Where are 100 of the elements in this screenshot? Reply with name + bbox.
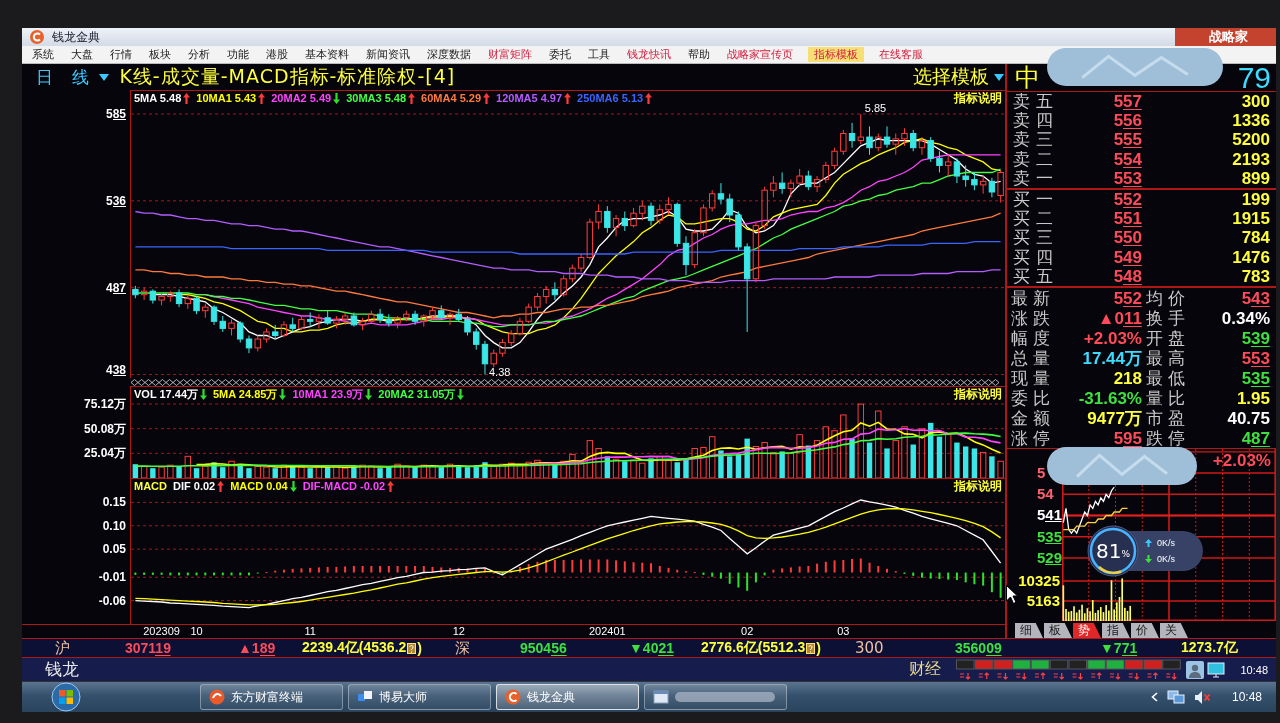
network-icon[interactable] (1166, 689, 1185, 705)
bar (615, 560, 618, 573)
panel-tab[interactable]: 板 (1044, 623, 1072, 638)
menu-item[interactable]: 钱龙快讯 (625, 47, 673, 62)
menu-item[interactable]: 财富矩阵 (486, 47, 534, 62)
menu-item[interactable]: 在线客服 (877, 47, 925, 62)
bar (158, 466, 165, 478)
menu-item[interactable]: 大盘 (69, 47, 95, 62)
menu-item[interactable]: 战略家宣传页 (725, 47, 795, 62)
menu-item[interactable]: 港股 (264, 47, 290, 62)
panel-tab[interactable]: 关 (1160, 623, 1188, 638)
bar (781, 568, 784, 573)
quote-label: 幅度 (1010, 328, 1056, 348)
menu-item[interactable]: 指标模板 (808, 47, 864, 62)
bar (361, 566, 364, 573)
stock-code: 79 (1237, 64, 1271, 91)
bar (597, 559, 600, 573)
menu-item[interactable]: 深度数据 (425, 47, 473, 62)
panel-tab[interactable]: 势 (1073, 623, 1101, 638)
menu-item[interactable]: 分析 (186, 47, 212, 62)
bar (971, 448, 978, 478)
bar (403, 465, 410, 478)
menu-item[interactable]: 行情 (108, 47, 134, 62)
panel-tab[interactable]: 价 (1131, 623, 1159, 638)
menu-item[interactable]: 功能 (225, 47, 251, 62)
bar (868, 562, 871, 573)
ask-price: 556 (1113, 111, 1142, 131)
bar (779, 451, 785, 478)
panel-tab[interactable]: 指 (1102, 623, 1130, 638)
bar (368, 465, 375, 478)
quote-label: 最新 (1010, 288, 1056, 308)
bar (507, 462, 515, 478)
market-name: 沪 (55, 639, 70, 657)
bid-volume: 784 (1241, 228, 1270, 248)
strategist-button[interactable]: 战略家 (1175, 28, 1276, 46)
taskbar-button[interactable]: 博易大师 (348, 684, 491, 710)
bar (822, 426, 830, 478)
bar (857, 403, 864, 478)
taskbar-button[interactable]: 钱龙金典 (496, 684, 639, 710)
start-button[interactable] (48, 682, 84, 712)
date-axis-label: 202401 (588, 625, 626, 638)
quote-value: 1.95 (1236, 388, 1270, 408)
bar (588, 559, 591, 573)
menu-item[interactable]: 系统 (30, 47, 56, 62)
menu-item[interactable]: 委托 (547, 47, 573, 62)
line-series (195, 421, 1002, 468)
legend-value: DIF-MACD -0.02 (302, 480, 386, 493)
bar (580, 559, 583, 573)
menu-item[interactable]: 基本资料 (303, 47, 351, 62)
template-dropdown[interactable]: 选择模板 (913, 64, 1004, 90)
bar (516, 464, 524, 478)
user-icon[interactable] (1186, 660, 1205, 679)
bar (300, 568, 303, 573)
bid-price: 550 (1113, 228, 1142, 248)
indicator-name: MACD (134, 480, 167, 493)
menu-item[interactable]: 板块 (147, 47, 173, 62)
bar (648, 458, 654, 478)
bar (632, 562, 635, 573)
volume-muted-icon[interactable] (1193, 689, 1211, 705)
indicator-help-link[interactable]: 指标说明 (954, 91, 1002, 105)
bar (770, 451, 777, 478)
swirl-logo-icon (209, 689, 225, 705)
bar (650, 563, 653, 573)
ask-volume: 5200 (1232, 130, 1270, 150)
monitor-icon[interactable] (1207, 661, 1226, 678)
bar (936, 436, 943, 478)
bar (370, 566, 373, 573)
bar (202, 465, 209, 478)
indicator-help-link[interactable]: 指标说明 (954, 387, 1002, 401)
taskbar-button[interactable] (644, 684, 787, 710)
brand-label: 钱龙 (45, 658, 79, 681)
turnover-amount: 1273.7亿 (1181, 639, 1238, 657)
menu-item[interactable]: 帮助 (686, 47, 712, 62)
chart-title: K线-成交量-MACD指标-标准除权-[4] (119, 64, 456, 89)
turnover-amount: 2239.4亿(4536.2 (302, 639, 407, 657)
bar (307, 468, 313, 478)
chevron-icon[interactable] (1150, 692, 1158, 702)
volume-scale-label: 5163 (1026, 593, 1060, 609)
menu-item[interactable]: 新闻资讯 (364, 47, 412, 62)
legend-value: 120MA5 4.97 (496, 92, 563, 105)
bar (405, 566, 408, 573)
bar (140, 465, 148, 478)
bar (754, 572, 757, 583)
bar (929, 572, 932, 579)
bar (335, 566, 338, 573)
bar (875, 410, 882, 478)
clock-time: 10:48 (1231, 690, 1262, 704)
indicator-help-link[interactable]: 指标说明 (954, 479, 1002, 493)
quote-value: 17.44万 (1082, 348, 1142, 368)
panel-tab[interactable]: 细 (1015, 623, 1043, 638)
taskbar-button[interactable]: 东方财富终端 (200, 684, 343, 710)
ask-level-label: 卖三 (1012, 130, 1060, 150)
date-axis-label: 03 (837, 625, 850, 638)
quote-label: 开盘 (1145, 328, 1191, 348)
bar (840, 414, 847, 478)
bar (979, 451, 987, 478)
menu-item[interactable]: 工具 (586, 47, 612, 62)
bar (947, 572, 950, 580)
period-dropdown[interactable]: 日 线 (36, 65, 110, 89)
bar (886, 568, 889, 573)
